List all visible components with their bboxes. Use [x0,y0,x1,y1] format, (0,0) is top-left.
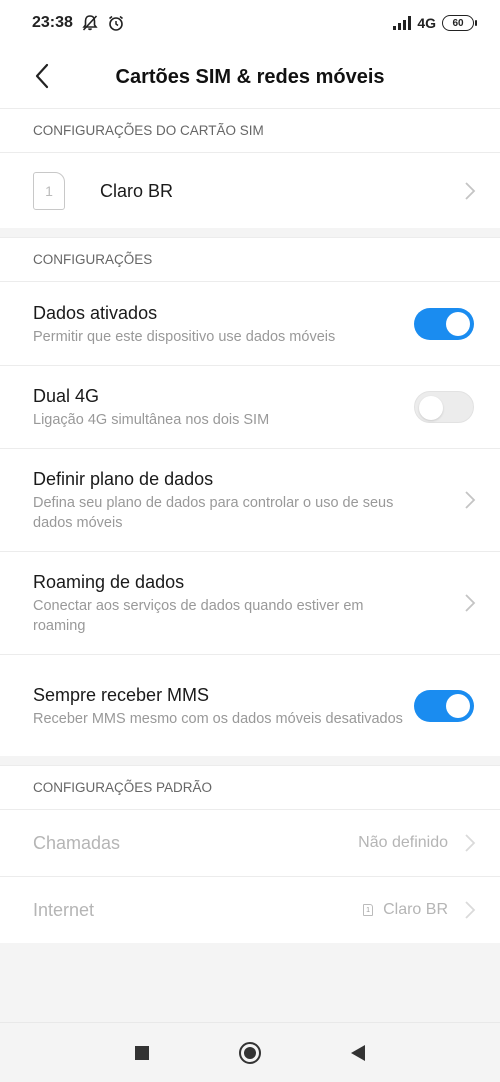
signal-icon [393,16,412,30]
sim-icon: 1 [363,904,374,916]
sim-card-icon: 1 [33,171,65,210]
mobile-data-title: Dados ativados [33,302,158,323]
dual-4g-toggle[interactable] [414,391,474,423]
internet-sim-slot: 1 [366,906,371,914]
calls-value-text: Não definido [358,834,448,851]
back-nav-button[interactable] [351,1044,365,1061]
internet-title: Internet [33,900,95,920]
internet-value-text: Claro BR [383,901,448,918]
calls-title: Chamadas [33,833,121,853]
dual-4g-row[interactable]: Dual 4G Ligação 4G simultânea nos dois S… [0,365,500,448]
navigation-bar [0,1022,500,1082]
battery-icon: 60 [442,15,477,31]
sim-section: CONFIGURAÇÕES DO CARTÃO SIM 1 Claro BR [0,108,500,228]
default-section-header: CONFIGURAÇÕES PADRÃO [0,765,500,809]
sim-card-row[interactable]: 1 Claro BR [0,152,500,228]
always-mms-row[interactable]: Sempre receber MMS Receber MMS mesmo com… [0,654,500,756]
calls-value: Não definido [358,834,448,852]
internet-value: 1 Claro BR [363,901,448,919]
calls-row[interactable]: Chamadas Não definido [0,809,500,876]
battery-level: 60 [452,17,464,29]
home-button[interactable] [239,1041,261,1064]
sim-section-header: CONFIGURAÇÕES DO CARTÃO SIM [0,108,500,152]
back-arrow-icon [35,63,49,89]
status-right: 4G 60 [393,15,477,31]
network-type: 4G [417,15,436,31]
chevron-right-icon [465,834,476,852]
config-section: CONFIGURAÇÕES Dados ativados Permitir qu… [0,237,500,756]
always-mms-subtitle: Receber MMS mesmo com os dados móveis de… [33,710,403,727]
status-bar: 23:38 4G 60 [0,0,500,46]
chevron-right-icon [465,594,476,612]
chevron-right-icon [465,181,476,200]
mobile-data-subtitle: Permitir que este dispositivo use dados … [33,328,336,345]
dual-4g-title: Dual 4G [33,386,100,406]
mobile-data-row[interactable]: Dados ativados Permitir que este disposi… [0,281,500,365]
data-plan-subtitle: Defina seu plano de dados para controlar… [33,495,394,531]
dual-4g-subtitle: Ligação 4G simultânea nos dois SIM [33,412,270,428]
data-plan-row[interactable]: Definir plano de dados Defina seu plano … [0,448,500,551]
sim-name: Claro BR [100,180,174,201]
status-time: 23:38 [32,14,73,31]
recents-button[interactable] [135,1045,149,1060]
page-title: Cartões SIM & redes móveis [115,65,385,88]
data-roaming-subtitle: Conectar aos serviços de dados quando es… [33,598,364,634]
silent-bell-icon [82,15,98,31]
status-left: 23:38 [32,14,125,32]
always-mms-title: Sempre receber MMS [33,684,210,705]
data-roaming-title: Roaming de dados [33,572,185,592]
sim-slot-number: 1 [45,182,53,199]
back-button[interactable] [28,60,56,92]
mobile-data-toggle[interactable] [414,307,474,340]
chevron-right-icon [465,901,476,919]
config-section-header: CONFIGURAÇÕES [0,237,500,281]
default-section: CONFIGURAÇÕES PADRÃO Chamadas Não defini… [0,765,500,943]
alarm-icon [108,15,123,31]
internet-row[interactable]: Internet 1 Claro BR [0,876,500,943]
data-plan-title: Definir plano de dados [33,469,214,489]
chevron-right-icon [465,491,476,509]
always-mms-toggle[interactable] [414,689,474,722]
data-roaming-row[interactable]: Roaming de dados Conectar aos serviços d… [0,551,500,654]
app-header: Cartões SIM & redes móveis [0,46,500,108]
